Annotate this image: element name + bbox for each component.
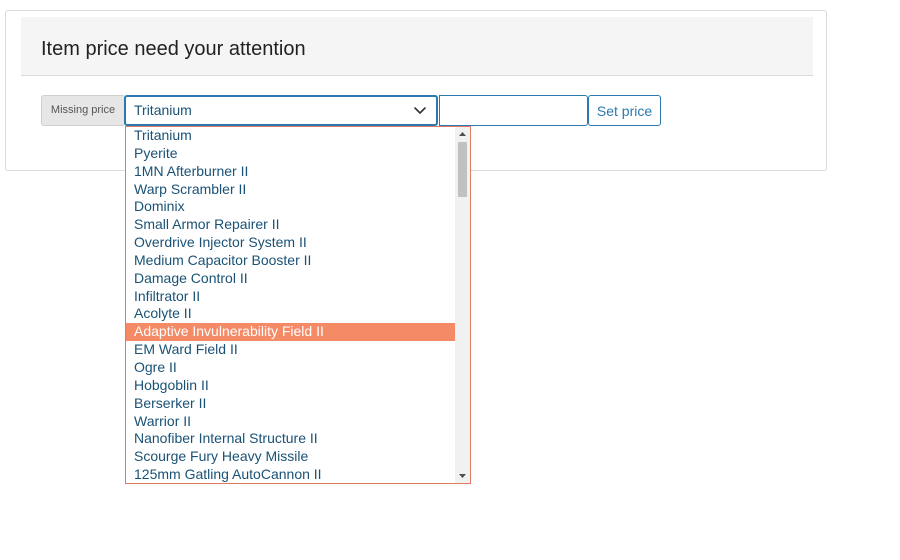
dropdown-option[interactable]: Overdrive Injector System II <box>126 234 455 252</box>
set-price-button[interactable]: Set price <box>588 95 661 126</box>
panel-title: Item price need your attention <box>41 38 306 60</box>
scroll-thumb[interactable] <box>458 142 467 197</box>
dropdown-option[interactable]: Scourge Fury Heavy Missile <box>126 448 455 466</box>
item-select[interactable]: Tritanium <box>124 95 438 126</box>
dropdown-option[interactable]: Dominix <box>126 198 455 216</box>
price-input[interactable] <box>439 95 588 126</box>
dropdown-option[interactable]: Small Armor Repairer II <box>126 216 455 234</box>
dropdown-option[interactable]: Adaptive Invulnerability Field II <box>126 323 455 342</box>
missing-price-label: Missing price <box>41 95 124 126</box>
dropdown-option[interactable]: Pyerite <box>126 145 455 163</box>
dropdown-option[interactable]: Damage Control II <box>126 270 455 288</box>
item-dropdown-list[interactable]: Tritanium Pyerite 1MN Afterburner II Warp S… <box>125 126 471 484</box>
dropdown-option[interactable]: Berserker II <box>126 395 455 413</box>
dropdown-option[interactable]: Nanofiber Internal Structure II <box>126 430 455 448</box>
item-select-value: Tritanium <box>134 102 192 118</box>
dropdown-scrollbar[interactable] <box>455 127 470 483</box>
dropdown-option[interactable]: 1MN Afterburner II <box>126 163 455 181</box>
dropdown-option[interactable]: 125mm Gatling AutoCannon II <box>126 466 455 483</box>
dropdown-option[interactable]: Ogre II <box>126 359 455 377</box>
dropdown-option[interactable]: Warp Scrambler II <box>126 181 455 199</box>
dropdown-option[interactable]: Infiltrator II <box>126 288 455 306</box>
chevron-down-icon <box>414 107 426 114</box>
dropdown-option[interactable]: Acolyte II <box>126 305 455 323</box>
dropdown-option[interactable]: Medium Capacitor Booster II <box>126 252 455 270</box>
panel-header: Item price need your attention <box>21 17 813 76</box>
option-list: Tritanium Pyerite 1MN Afterburner II Warp S… <box>126 127 455 483</box>
dropdown-option[interactable]: Hobgoblin II <box>126 377 455 395</box>
dropdown-option[interactable]: EM Ward Field II <box>126 341 455 359</box>
dropdown-option[interactable]: Tritanium <box>126 127 455 145</box>
scroll-down-arrow-icon[interactable] <box>455 469 470 483</box>
scroll-up-arrow-icon[interactable] <box>455 127 470 141</box>
dropdown-option[interactable]: Warrior II <box>126 413 455 431</box>
